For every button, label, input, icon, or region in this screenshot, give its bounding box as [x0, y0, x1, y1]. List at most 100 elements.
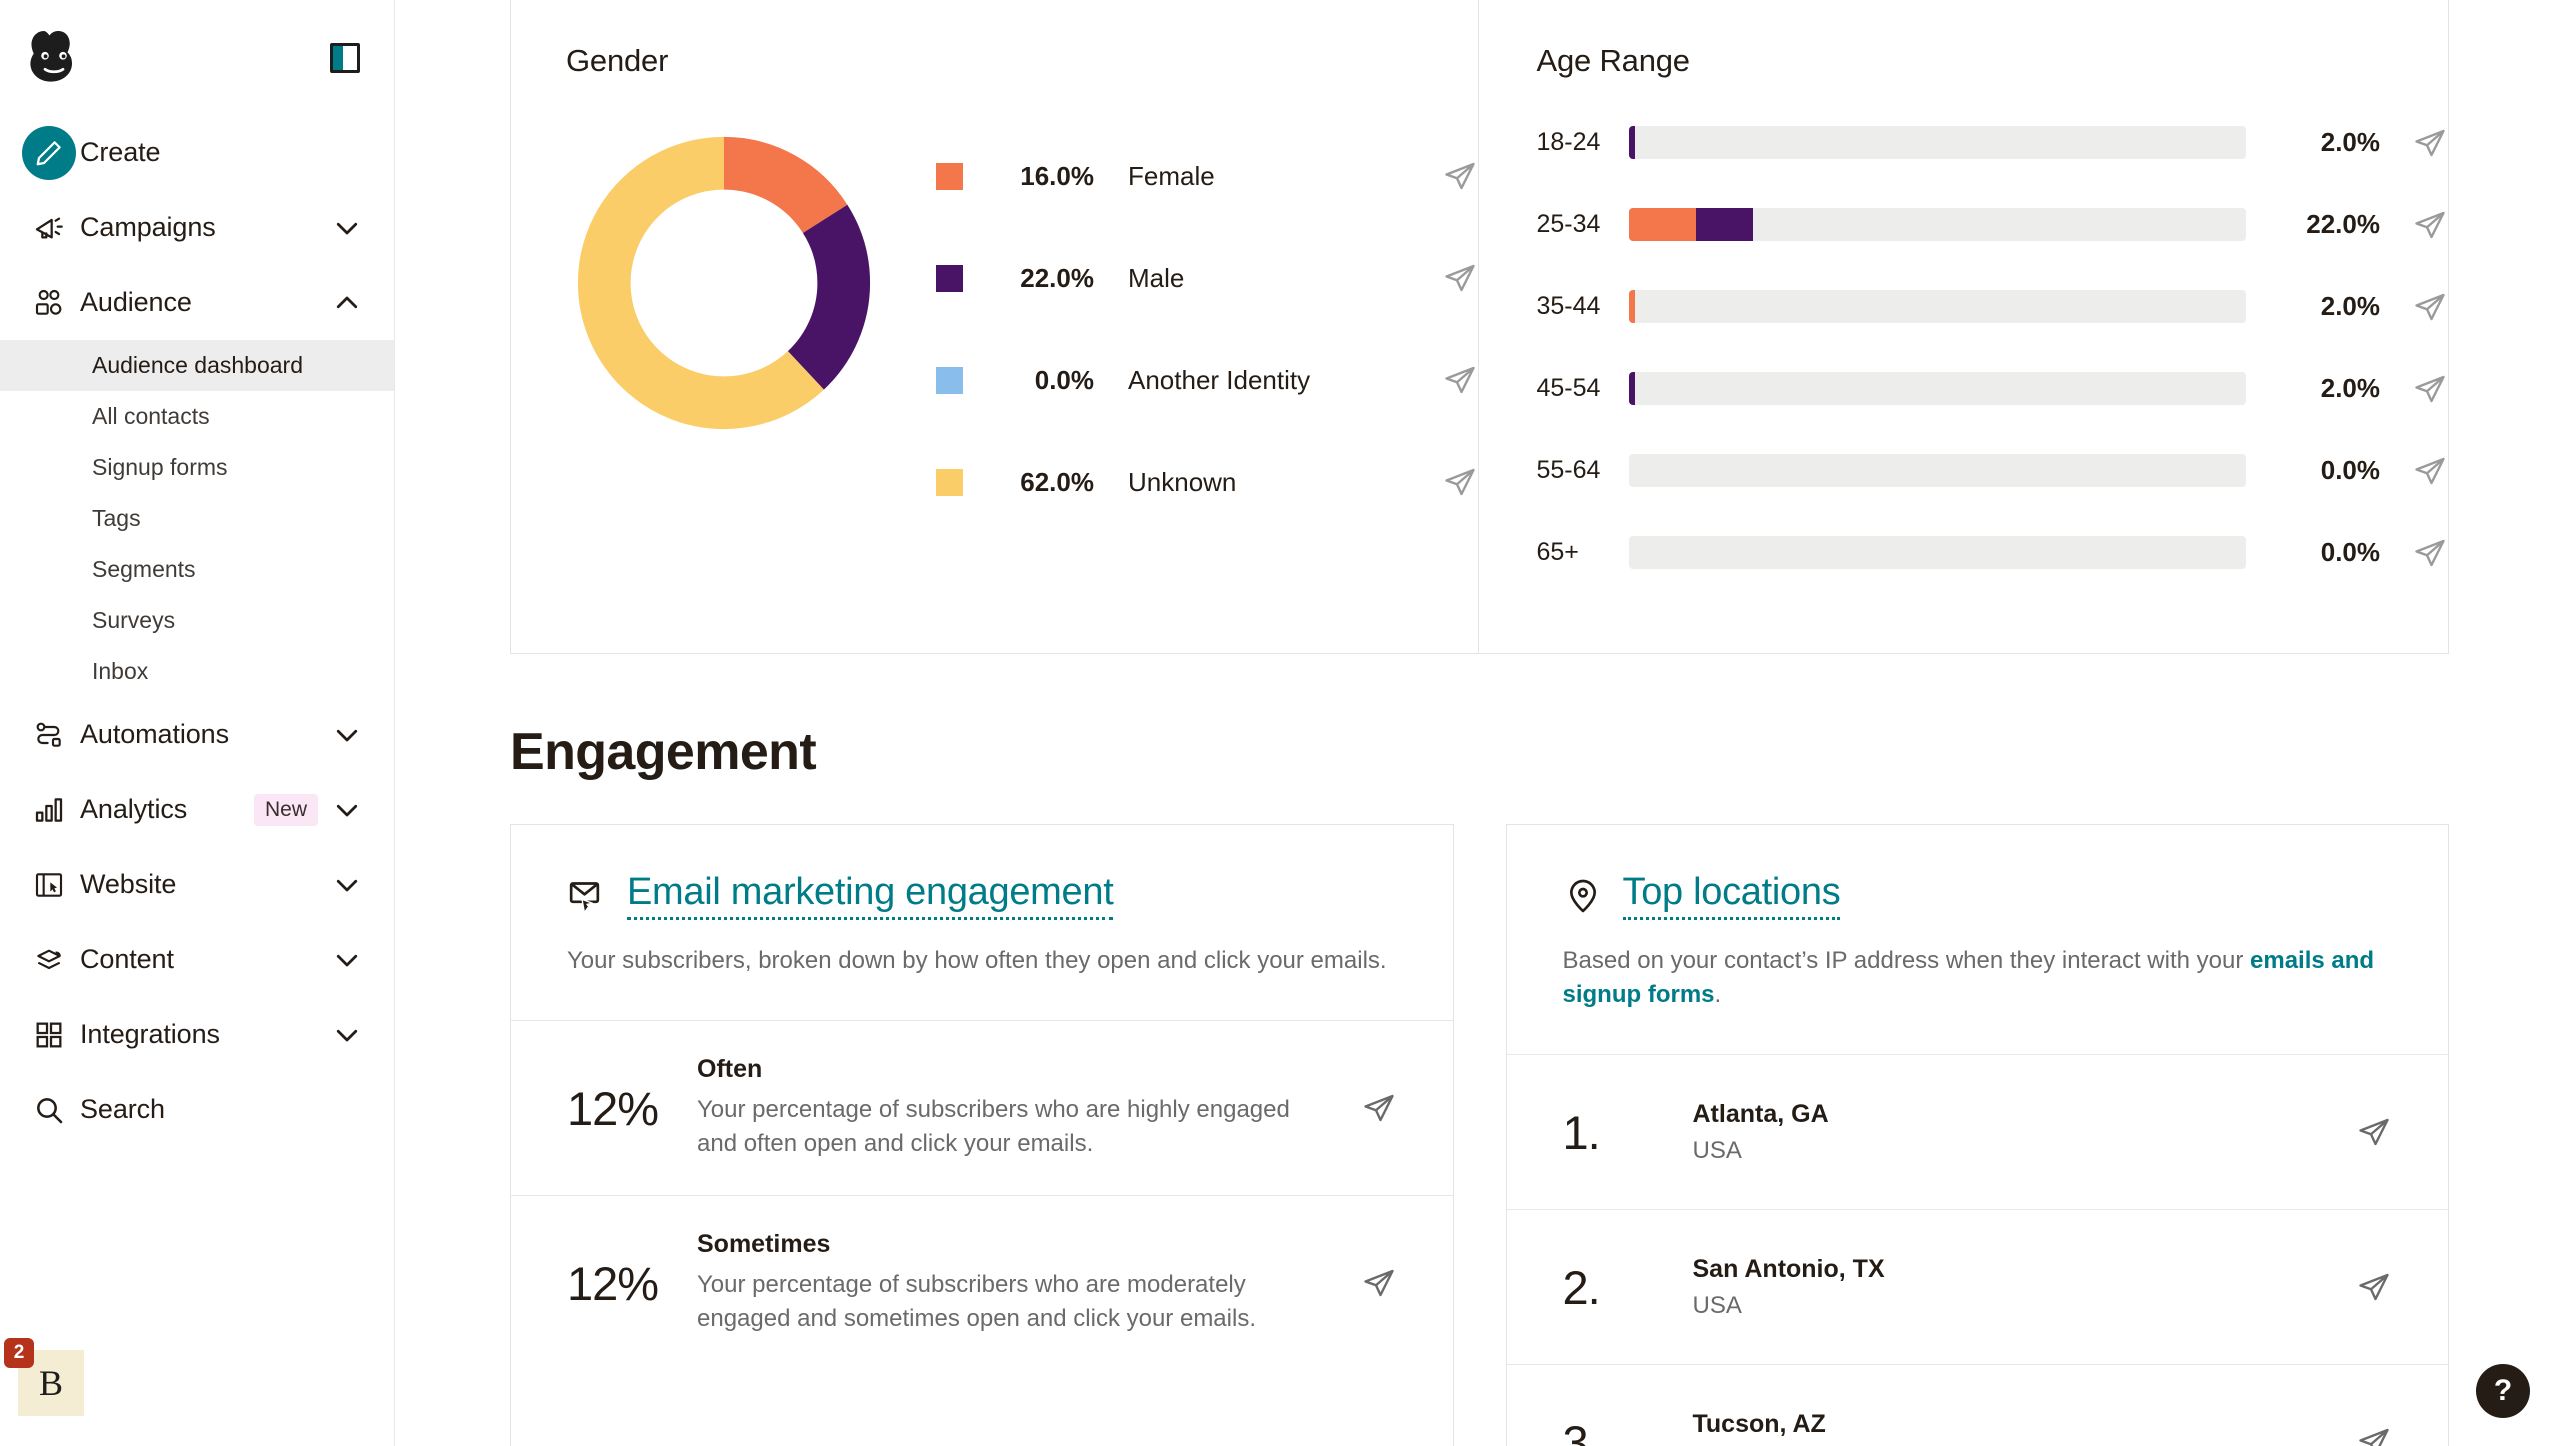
sidebar-item-search[interactable]: Search: [0, 1072, 394, 1147]
send-plane-icon[interactable]: [2412, 371, 2448, 407]
sidebar-item-tags[interactable]: Tags: [0, 493, 394, 544]
chevron-down-icon[interactable]: [332, 720, 362, 750]
sidebar-item-label: Create: [80, 137, 362, 168]
chevron-down-icon[interactable]: [332, 213, 362, 243]
sidebar-item-analytics[interactable]: Analytics New: [0, 772, 394, 847]
age-percent: 2.0%: [2272, 373, 2380, 404]
age-bar-row: 25-34 22.0%: [1537, 199, 2449, 250]
age-bar-track: [1629, 454, 2247, 487]
send-plane-icon[interactable]: [1442, 158, 1478, 194]
send-plane-icon[interactable]: [2356, 1269, 2392, 1305]
gender-panel: Gender 16.0% Fe: [511, 0, 1478, 653]
list-item: 2. San Antonio, TX USA: [1507, 1209, 2449, 1364]
chevron-down-icon[interactable]: [332, 870, 362, 900]
mailchimp-audience-dashboard: Create Campaigns Audience: [0, 0, 2564, 1446]
chevron-up-icon[interactable]: [332, 288, 362, 318]
age-bar-track: [1629, 208, 2247, 241]
send-plane-icon[interactable]: [1361, 1090, 1397, 1126]
send-plane-icon[interactable]: [2412, 207, 2448, 243]
demographics-card: Gender 16.0% Fe: [510, 0, 2449, 654]
sidebar-subitem-label: Segments: [92, 556, 196, 583]
age-bar-row: 65+ 0.0%: [1537, 527, 2449, 578]
bar-segment-male: [1696, 208, 1753, 241]
gender-legend: 16.0% Female 22.0% Male: [896, 117, 1478, 513]
sidebar-item-audience[interactable]: Audience: [0, 265, 394, 340]
age-percent: 2.0%: [2272, 291, 2380, 322]
sidebar-item-segments[interactable]: Segments: [0, 544, 394, 595]
location-name: Atlanta, GA: [1693, 1100, 2327, 1129]
sidebar-item-integrations[interactable]: Integrations: [0, 997, 394, 1072]
sidebar-item-signup-forms[interactable]: Signup forms: [0, 442, 394, 493]
automation-flow-icon: [18, 719, 80, 751]
bar-segment-male: [1629, 126, 1635, 159]
send-plane-icon[interactable]: [2412, 535, 2448, 571]
sidebar-item-all-contacts[interactable]: All contacts: [0, 391, 394, 442]
legend-swatch-male: [936, 265, 963, 292]
avatar[interactable]: B 2: [18, 1350, 84, 1416]
legend-percent: 0.0%: [986, 365, 1094, 396]
age-percent: 0.0%: [2272, 537, 2380, 568]
age-bar-track: [1629, 126, 2247, 159]
location-country: USA: [1693, 1137, 2327, 1165]
send-plane-icon[interactable]: [2412, 289, 2448, 325]
send-plane-icon[interactable]: [1442, 464, 1478, 500]
top-locations-card: Top locations Based on your contact’s IP…: [1506, 824, 2450, 1446]
sidebar-item-campaigns[interactable]: Campaigns: [0, 190, 394, 265]
top-locations-title[interactable]: Top locations: [1623, 871, 1841, 920]
sidebar-item-label: Audience: [80, 287, 332, 318]
sidebar-item-inbox[interactable]: Inbox: [0, 646, 394, 697]
location-rank: 1.: [1563, 1105, 1693, 1160]
age-bar-row: 18-24 2.0%: [1537, 117, 2449, 168]
legend-label: Another Identity: [1128, 365, 1442, 396]
bar-chart-icon: [18, 794, 80, 826]
sidebar-item-website[interactable]: Website: [0, 847, 394, 922]
list-item: 12% Sometimes Your percentage of subscri…: [511, 1195, 1453, 1370]
mailchimp-monkey-logo[interactable]: [18, 22, 90, 94]
sidebar-toggle-icon[interactable]: [330, 43, 360, 73]
send-plane-icon[interactable]: [2412, 125, 2448, 161]
gender-title: Gender: [566, 43, 1478, 79]
sidebar-item-label: Campaigns: [80, 212, 332, 243]
toggle-empty-half: [343, 46, 357, 70]
email-engagement-description: Your subscribers, broken down by how oft…: [567, 944, 1397, 978]
send-plane-icon[interactable]: [2412, 453, 2448, 489]
send-plane-icon[interactable]: [2356, 1114, 2392, 1150]
chevron-down-icon[interactable]: [332, 945, 362, 975]
main-content: Gender 16.0% Fe: [395, 0, 2564, 1446]
age-bucket-label: 45-54: [1537, 374, 1629, 403]
sidebar-item-create[interactable]: Create: [0, 115, 394, 190]
age-bucket-label: 65+: [1537, 538, 1629, 567]
audience-people-icon: [18, 287, 80, 319]
email-engagement-card: Email marketing engagement Your subscrib…: [510, 824, 1454, 1446]
send-plane-icon[interactable]: [1442, 260, 1478, 296]
legend-swatch-another-identity: [936, 367, 963, 394]
sidebar-item-surveys[interactable]: Surveys: [0, 595, 394, 646]
legend-item: 62.0% Unknown: [936, 451, 1478, 513]
send-plane-icon[interactable]: [1442, 362, 1478, 398]
sidebar-item-label: Automations: [80, 719, 332, 750]
bar-segment-male: [1629, 372, 1635, 405]
send-plane-icon[interactable]: [2356, 1424, 2392, 1446]
chevron-down-icon[interactable]: [332, 1020, 362, 1050]
list-item: 1. Atlanta, GA USA: [1507, 1054, 2449, 1209]
sidebar-item-content[interactable]: Content: [0, 922, 394, 997]
age-percent: 22.0%: [2272, 209, 2380, 240]
engagement-name: Often: [697, 1055, 1331, 1084]
age-bar-track: [1629, 290, 2247, 323]
legend-label: Unknown: [1128, 467, 1442, 498]
send-plane-icon[interactable]: [1361, 1265, 1397, 1301]
page-title: Engagement: [510, 722, 2564, 782]
legend-label: Male: [1128, 263, 1442, 294]
age-bar-row: 45-54 2.0%: [1537, 363, 2449, 414]
sidebar-item-automations[interactable]: Automations: [0, 697, 394, 772]
bar-segment-female: [1629, 208, 1697, 241]
sidebar-subitem-label: Signup forms: [92, 454, 228, 481]
age-bar-track: [1629, 372, 2247, 405]
help-button[interactable]: ?: [2476, 1364, 2530, 1418]
email-engagement-title[interactable]: Email marketing engagement: [627, 871, 1113, 920]
sidebar-subitem-label: Inbox: [92, 658, 148, 685]
new-badge: New: [254, 794, 318, 826]
main-sidebar: Create Campaigns Audience: [0, 0, 395, 1446]
chevron-down-icon[interactable]: [332, 795, 362, 825]
sidebar-item-audience-dashboard[interactable]: Audience dashboard: [0, 340, 394, 391]
